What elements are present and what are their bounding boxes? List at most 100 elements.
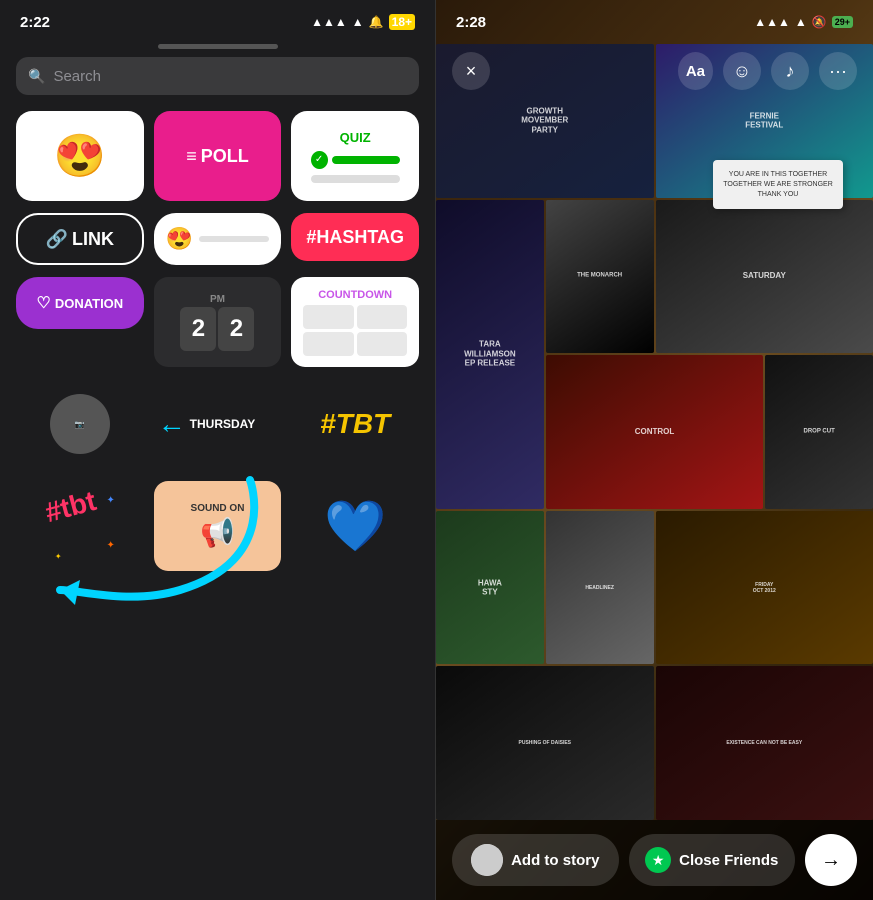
poster-8-text: HAWASTY xyxy=(478,578,502,597)
tbt-label: #TBT xyxy=(320,408,390,440)
poster-9-text: Headlinez xyxy=(585,585,614,591)
soundon-sticker[interactable]: SOUND ON 📢 xyxy=(154,481,282,571)
toolbar-right: Aa ☺ ♪ ··· xyxy=(678,52,857,90)
poster-10: FRIDAYOCT 2012 xyxy=(656,511,873,665)
heart-emoji: 💙 xyxy=(324,497,386,556)
search-icon: 🔍 xyxy=(28,68,45,85)
countdown-sticker[interactable]: COUNTDOWN xyxy=(291,277,419,367)
notch-pill xyxy=(158,44,278,49)
sticker-row-4: 📷 ← THURSDAY #TBT xyxy=(0,379,435,469)
close-button[interactable]: × xyxy=(452,52,490,90)
story-bottom-bar: Add to story ★ Close Friends → xyxy=(436,820,873,900)
sticky-note-text: YOU ARE IN THIS TOGETHER TOGETHER WE ARE… xyxy=(723,170,833,199)
emoji-slider-sticker[interactable]: 😍 xyxy=(154,213,282,265)
right-time: 2:28 xyxy=(456,14,486,31)
poster-7: DROP CUT xyxy=(765,355,873,509)
poster-7-text: DROP CUT xyxy=(804,428,835,435)
add-story-avatar xyxy=(471,844,503,876)
signal-icon: ▲▲▲ xyxy=(311,15,347,29)
poster-11: PUSHING OF DAISIES xyxy=(436,666,654,820)
search-bar[interactable]: 🔍 Search xyxy=(16,57,419,95)
soundon-label: SOUND ON xyxy=(191,503,245,514)
slider-inner: 😍 xyxy=(154,226,282,252)
sticker-row-3: ♡ DONATION PM 2 2 COUNTDOWN xyxy=(0,277,435,367)
poster-10-text: FRIDAYOCT 2012 xyxy=(753,582,776,594)
link-label: 🔗 LINK xyxy=(46,229,114,250)
countdown-bar-4 xyxy=(357,332,407,356)
poster-4-text: THE MONARCH xyxy=(577,273,622,280)
hashtag2-sticker[interactable]: #tbt ✦ ✦ ✦ xyxy=(16,481,144,571)
right-status-bar: 2:28 ▲▲▲ ▲ 🔕 29+ xyxy=(436,0,873,44)
sticker-row-1: 😍 ≡ POLL QUIZ ✓ xyxy=(0,111,435,201)
right-bell-icon: 🔕 xyxy=(812,15,827,29)
more-button[interactable]: ··· xyxy=(819,52,857,90)
timer-digits: 2 2 xyxy=(180,307,254,351)
sticker-button[interactable]: ☺ xyxy=(723,52,761,90)
avatar-img: 📷 xyxy=(75,420,85,429)
countdown-title: COUNTDOWN xyxy=(318,289,392,301)
timer-sticker[interactable]: PM 2 2 xyxy=(154,277,282,367)
emoji-face-icon: 😍 xyxy=(54,132,106,181)
music-icon: ♪ xyxy=(786,61,795,82)
slider-emoji: 😍 xyxy=(166,226,193,252)
poster-3: TARAWILLIAMSONEP RELEASE xyxy=(436,200,544,509)
music-button[interactable]: ♪ xyxy=(771,52,809,90)
throwback-label: THURSDAY xyxy=(190,417,256,431)
photo-background: GROWTHMOVEMBERPARTY FERNIEFESTIVAL TARAW… xyxy=(436,0,873,900)
heart-icon: ♡ xyxy=(36,293,50,313)
bell-icon: 🔔 xyxy=(369,15,384,29)
text-icon: Aa xyxy=(686,63,705,80)
quiz-label: QUIZ xyxy=(340,130,371,145)
poster-3-text: TARAWILLIAMSONEP RELEASE xyxy=(464,340,516,369)
text-button[interactable]: Aa xyxy=(678,52,713,90)
countdown-bar-2 xyxy=(357,305,407,329)
poster-12: EXISTENCE CAN NOT BE EASY xyxy=(656,666,873,820)
poster-2-text: FERNIEFESTIVAL xyxy=(745,111,783,130)
timer-digit-1: 2 xyxy=(180,307,216,351)
tbt-sticker[interactable]: #TBT xyxy=(291,379,419,469)
right-phone: GROWTHMOVEMBERPARTY FERNIEFESTIVAL TARAW… xyxy=(436,0,873,900)
right-battery: 29+ xyxy=(832,16,853,28)
avatar: 📷 xyxy=(50,394,110,454)
right-signal-icon: ▲▲▲ xyxy=(754,15,790,29)
poll-icon: ≡ xyxy=(186,146,197,167)
poster-8: HAWASTY xyxy=(436,511,544,665)
sticky-note: YOU ARE IN THIS TOGETHER TOGETHER WE ARE… xyxy=(713,160,843,209)
close-friends-button[interactable]: ★ Close Friends xyxy=(629,834,796,886)
add-to-story-button[interactable]: Add to story xyxy=(452,834,619,886)
poster-5: SATURDAY xyxy=(656,200,873,354)
quiz-sticker[interactable]: QUIZ ✓ xyxy=(291,111,419,201)
timer-am-pm: PM xyxy=(210,294,225,305)
add-to-story-label: Add to story xyxy=(511,852,599,869)
slider-track xyxy=(199,236,269,242)
close-icon: × xyxy=(466,61,477,82)
hashtag-sticker-img: #tbt ✦ ✦ ✦ xyxy=(45,491,115,561)
hashtag-sticker[interactable]: #HASHTAG xyxy=(291,213,419,261)
left-time: 2:22 xyxy=(20,14,50,31)
link-icon: 🔗 xyxy=(46,229,68,250)
close-friends-icon: ★ xyxy=(645,847,671,873)
poster-12-text: EXISTENCE CAN NOT BE EASY xyxy=(726,740,802,746)
heart-sticker[interactable]: 💙 xyxy=(291,481,419,571)
close-friends-label: Close Friends xyxy=(679,852,778,869)
poll-sticker[interactable]: ≡ POLL xyxy=(154,111,282,201)
countdown-bar-3 xyxy=(303,332,353,356)
donation-sticker[interactable]: ♡ DONATION xyxy=(16,277,144,329)
poster-4: THE MONARCH xyxy=(546,200,654,354)
timer-digit-2: 2 xyxy=(218,307,254,351)
poster-wall: GROWTHMOVEMBERPARTY FERNIEFESTIVAL TARAW… xyxy=(436,0,873,900)
battery-indicator: 18+ xyxy=(389,14,415,30)
quiz-bar-filled xyxy=(332,156,400,164)
emoji-sticker[interactable]: 😍 xyxy=(16,111,144,201)
poster-1-text: GROWTHMOVEMBERPARTY xyxy=(521,106,568,135)
quiz-check: ✓ xyxy=(311,151,328,169)
timer-left: PM 2 2 xyxy=(180,294,254,351)
share-button[interactable]: → xyxy=(805,834,857,886)
right-status-icons: ▲▲▲ ▲ 🔕 29+ xyxy=(754,15,853,29)
quiz-bar-empty xyxy=(311,175,400,183)
arrow-left-icon: ← xyxy=(158,408,186,440)
left-status-icons: ▲▲▲ ▲ 🔔 18+ xyxy=(311,14,415,30)
avatar-sticker[interactable]: 📷 xyxy=(16,379,144,469)
throwback-sticker[interactable]: ← THURSDAY xyxy=(154,379,282,469)
link-sticker[interactable]: 🔗 LINK xyxy=(16,213,144,265)
